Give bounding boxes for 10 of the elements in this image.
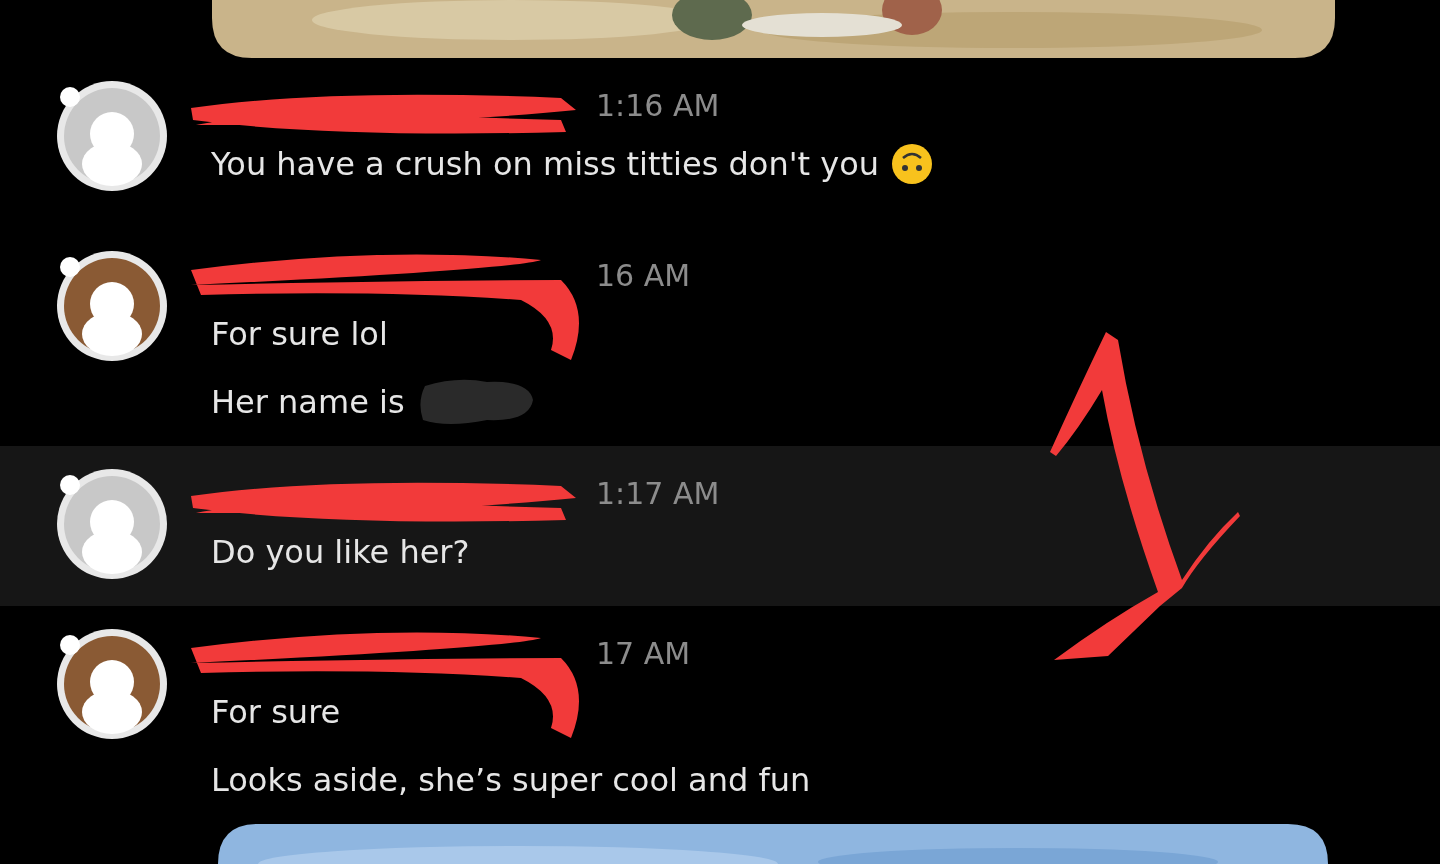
message-text: Looks aside, she’s super cool and fun	[211, 761, 811, 799]
message-time: 1:17 AM	[596, 475, 720, 511]
message-text: Do you like her?	[211, 533, 470, 571]
message-text: For sure	[211, 693, 341, 731]
message-time: 17 AM	[596, 635, 691, 671]
message-text: For sure lol	[211, 315, 388, 353]
message-text: You have a crush on miss titties don't you	[211, 145, 879, 183]
message-time: 1:16 AM	[596, 87, 720, 123]
message-text: Her name is	[211, 383, 405, 421]
message-time: 16 AM	[596, 257, 691, 293]
